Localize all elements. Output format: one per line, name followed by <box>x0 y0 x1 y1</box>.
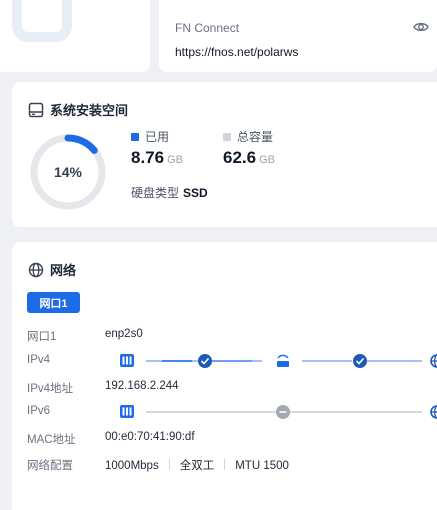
row-mac: MAC地址 00:e0:70:41:90:df <box>27 431 427 447</box>
globe-icon <box>28 262 44 277</box>
row-ipv4-address: IPv4地址 192.168.2.244 <box>27 380 427 396</box>
disk-type-label: 硬盘类型 <box>131 186 180 200</box>
router-icon <box>277 354 289 367</box>
network-card: 网络 网口1 网口1 enp2s0 IPv4 IPv4地址 192.168.2.… <box>12 242 437 510</box>
nic-icon <box>120 354 134 367</box>
port-value: enp2s0 <box>105 328 143 340</box>
check-node-icon <box>198 354 212 368</box>
ipv4-topology <box>120 354 437 368</box>
total-stat: 总容量 62.6 GB <box>223 128 275 168</box>
hard-drive-icon <box>28 102 44 117</box>
tab-port-1[interactable]: 网口1 <box>27 292 80 313</box>
network-title: 网络 <box>50 263 77 278</box>
ipv6-label: IPv6 <box>27 405 51 417</box>
config-value: 1000Mbps 全双工 MTU 1500 <box>105 457 289 473</box>
mac-label: MAC地址 <box>27 434 76 446</box>
used-value: 8.76 <box>131 148 165 167</box>
ipv4-label: IPv4 <box>27 354 51 366</box>
system-storage-card: 系统安装空间 14% 已用 8.76 GB 总容量 62.6 GB 硬盘类型 SSD <box>12 82 437 227</box>
globe-node-icon <box>430 354 437 368</box>
top-left-card <box>0 0 150 72</box>
used-unit: GB <box>167 154 183 166</box>
usage-percent: 14% <box>53 164 83 180</box>
disk-type-value: SSD <box>183 186 208 200</box>
eye-icon[interactable] <box>413 20 429 34</box>
row-ipv4: IPv4 <box>27 354 437 370</box>
row-ipv6: IPv6 <box>27 405 437 421</box>
globe-node-icon <box>430 405 437 419</box>
total-label: 总容量 <box>237 130 274 144</box>
fn-connect-title: FN Connect <box>175 21 240 35</box>
mac-value: 00:e0:70:41:90:df <box>105 431 195 443</box>
decorative-shape <box>12 0 72 42</box>
fn-connect-card: FN Connect https://fnos.net/polarws <box>159 0 437 72</box>
duplex-value: 全双工 <box>179 460 215 472</box>
ipv4-address-label: IPv4地址 <box>27 383 74 395</box>
check-node-icon <box>353 354 367 368</box>
total-legend-swatch <box>223 132 231 141</box>
disk-type: 硬盘类型 SSD <box>131 184 208 201</box>
mtu-value: MTU 1500 <box>235 460 289 472</box>
row-port: 网口1 enp2s0 <box>27 328 427 344</box>
fn-connect-url[interactable]: https://fnos.net/polarws <box>175 45 298 59</box>
speed-value: 1000Mbps <box>105 460 159 472</box>
row-config: 网络配置 1000Mbps 全双工 MTU 1500 <box>27 457 427 473</box>
total-unit: GB <box>259 154 275 166</box>
used-legend-swatch <box>131 132 139 141</box>
ipv4-address-value: 192.168.2.244 <box>105 380 179 392</box>
storage-header: 系统安装空间 <box>28 100 128 119</box>
divider <box>224 459 226 470</box>
used-stat: 已用 8.76 GB <box>131 128 183 168</box>
divider <box>168 459 170 470</box>
port-label: 网口1 <box>27 331 57 343</box>
ipv6-topology <box>120 405 437 419</box>
disabled-node-icon <box>276 405 290 419</box>
network-header: 网络 <box>28 260 76 279</box>
config-label: 网络配置 <box>27 460 73 472</box>
total-value: 62.6 <box>223 148 257 167</box>
storage-title: 系统安装空间 <box>50 103 129 118</box>
used-label: 已用 <box>145 130 170 144</box>
usage-ring: 14% <box>28 132 108 212</box>
nic-icon <box>120 405 134 418</box>
